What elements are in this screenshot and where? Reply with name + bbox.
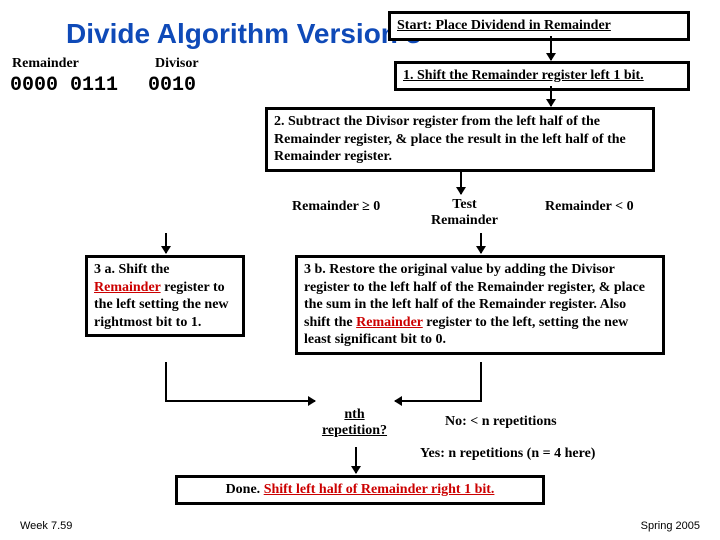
arrow-3b-down <box>480 362 482 402</box>
nth-line1: nth <box>312 407 397 423</box>
arrow-test-3b <box>480 233 482 253</box>
arrow-3b-join <box>395 400 482 402</box>
step3a-rem: Remainder <box>94 280 161 295</box>
step3a-box: 3 a. Shift the Remainder register to the… <box>85 255 245 337</box>
arrow-step2-test <box>460 170 462 194</box>
remainder-label: Remainder <box>12 56 79 72</box>
step3a-pre: 3 a. Shift the <box>94 262 169 277</box>
step2-text: 2. Subtract the Divisor register from th… <box>274 114 626 164</box>
nth-line2: repetition? <box>312 423 397 439</box>
no-label: No: < n repetitions <box>445 414 557 430</box>
arrow-nth-done <box>355 447 357 473</box>
done-red: Shift left half of Remainder right 1 bit… <box>264 482 495 497</box>
test-line1: Test <box>417 197 512 213</box>
start-box: Start: Place Dividend in Remainder <box>388 11 690 41</box>
arrow-test-3a <box>165 233 167 253</box>
divisor-value: 0010 <box>148 74 196 97</box>
remainder-value: 0000 0111 <box>10 74 118 97</box>
arrow-start-step1 <box>550 36 552 60</box>
arrow-3a-join <box>165 400 315 402</box>
test-diamond: Test Remainder <box>417 197 512 229</box>
arrow-step1-step2 <box>550 86 552 106</box>
test-line2: Remainder <box>417 213 512 229</box>
done-pre: Done. <box>226 482 264 497</box>
divisor-label: Divisor <box>155 56 199 72</box>
step2-box: 2. Subtract the Divisor register from th… <box>265 107 655 172</box>
test-left-label: Remainder ≥ 0 <box>292 199 380 215</box>
page-title: Divide Algorithm Version 3 <box>66 18 421 50</box>
arrow-3a-down <box>165 362 167 402</box>
start-text: Start: Place Dividend in Remainder <box>397 18 611 33</box>
done-box: Done. Shift left half of Remainder right… <box>175 475 545 505</box>
nth-diamond: nth repetition? <box>312 407 397 439</box>
step1-box: 1. Shift the Remainder register left 1 b… <box>394 61 690 91</box>
yes-label: Yes: n repetitions (n = 4 here) <box>420 446 595 462</box>
step3b-box: 3 b. Restore the original value by addin… <box>295 255 665 355</box>
step3b-rem: Remainder <box>356 315 423 330</box>
footer-right: Spring 2005 <box>641 520 700 532</box>
test-right-label: Remainder < 0 <box>545 199 634 215</box>
footer-left: Week 7.59 <box>20 520 72 532</box>
step1-text: 1. Shift the Remainder register left 1 b… <box>403 68 644 83</box>
